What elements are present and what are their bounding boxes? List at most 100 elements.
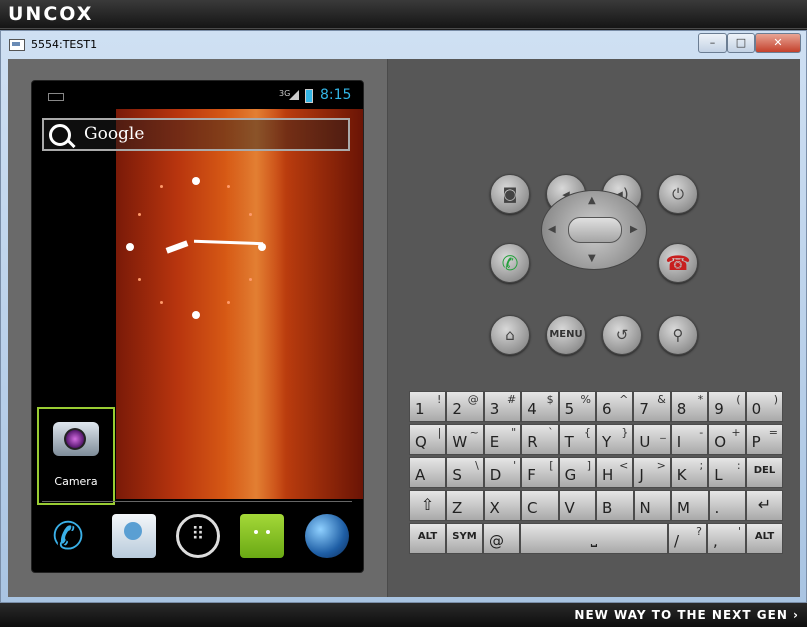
contacts-app-icon[interactable] (112, 514, 156, 558)
maximize-button[interactable]: □ (727, 33, 755, 53)
key-s[interactable]: S \ (446, 457, 484, 488)
key-c[interactable]: C (521, 490, 559, 521)
key-4[interactable]: 4 $ (521, 391, 559, 422)
status-bar[interactable]: 3G 8:15 (32, 81, 363, 109)
camera-shortcut[interactable]: Camera (37, 407, 115, 505)
key-2[interactable]: 2 @ (446, 391, 484, 422)
dpad-down[interactable]: ▼ (588, 253, 596, 264)
at-key[interactable]: @ (483, 523, 520, 554)
dpad[interactable]: ▲ ▼ ◀ ▶ (541, 190, 647, 270)
space-key[interactable]: ⎵ (520, 523, 668, 554)
key-q[interactable]: Q | (409, 424, 447, 455)
key-j[interactable]: J > (633, 457, 671, 488)
clock-minor-tick (249, 213, 252, 216)
delete-key[interactable]: DEL (746, 457, 783, 488)
key-k[interactable]: K; (670, 457, 709, 488)
key-alt-label: " (511, 426, 517, 439)
key-d[interactable]: D ' (483, 457, 522, 488)
key-.[interactable]: . (708, 490, 746, 521)
key-0[interactable]: 0) (745, 391, 783, 422)
key-7[interactable]: 7 & (633, 391, 671, 422)
dpad-up[interactable]: ▲ (588, 195, 596, 206)
shift-key[interactable]: ⇧ (409, 490, 446, 521)
all-apps-icon[interactable]: ⠿ (176, 514, 220, 558)
minimize-button[interactable]: – (698, 33, 727, 53)
key-alt-label: + (731, 426, 741, 439)
key-l[interactable]: L: (708, 457, 746, 488)
key-w[interactable]: W ~ (446, 424, 484, 455)
enter-key[interactable]: ↵ (746, 490, 783, 521)
key-t[interactable]: T{ (558, 424, 596, 455)
key-alt-label: { (583, 426, 591, 439)
key-label: F (527, 466, 536, 484)
key-label: P (751, 433, 761, 451)
key-alt-label: * (697, 393, 704, 406)
clock-tick-6 (192, 311, 200, 319)
home-button[interactable]: ⌂ (490, 315, 530, 355)
key-e[interactable]: E " (483, 424, 522, 455)
window-titlebar[interactable]: 5554:TEST1 – □ ✕ (1, 31, 806, 59)
key-u[interactable]: U _ (633, 424, 671, 455)
back-button[interactable]: ↺ (602, 315, 642, 355)
dpad-center[interactable] (568, 217, 622, 243)
device-screen[interactable]: 3G 8:15 Google Camera ✆ ⠿ (31, 80, 364, 573)
key-8[interactable]: 8 * (670, 391, 709, 422)
end-call-button[interactable]: ☎ (658, 243, 698, 283)
key-v[interactable]: V (558, 490, 596, 521)
key-label: Y (602, 433, 612, 451)
key-r[interactable]: R ` (521, 424, 559, 455)
key-y[interactable]: Y} (596, 424, 634, 455)
emulator-client-area: 3G 8:15 Google Camera ✆ ⠿ ◙ ◂ ◂) ⏻ ✆ ▲ ▼… (8, 59, 800, 597)
phone-panel: 3G 8:15 Google Camera ✆ ⠿ (8, 59, 388, 597)
key-label: R (527, 433, 538, 451)
camera-icon (53, 422, 99, 456)
key-9[interactable]: 9( (708, 391, 746, 422)
key-5[interactable]: 5% (558, 391, 596, 422)
dpad-left[interactable]: ◀ (548, 224, 556, 235)
key-z[interactable]: Z (446, 490, 484, 521)
key-label: K (676, 466, 687, 484)
qwerty-keyboard: 1! 2 @3 #4 $5% 6 ^ 7 & 8 * 9(0) Q | W ~ E " R ` T{Y} U _ I - O + P… (409, 391, 783, 575)
clock-tick-12 (192, 177, 200, 185)
key-6[interactable]: 6 ^ (596, 391, 634, 422)
google-search-widget[interactable]: Google (42, 118, 350, 151)
key-a[interactable]: A (409, 457, 447, 488)
key-3[interactable]: 3 # (483, 391, 522, 422)
branding-bar: UNCOX (0, 0, 807, 29)
key-p[interactable]: P = (745, 424, 783, 455)
key-alt-label: ' (513, 459, 517, 472)
search-button[interactable]: ⚲ (658, 315, 698, 355)
alt-key-left[interactable]: ALT (409, 523, 446, 554)
key-alt-label: _ (660, 426, 666, 439)
close-button[interactable]: ✕ (755, 33, 801, 53)
key-m[interactable]: M (671, 490, 709, 521)
comma-key[interactable]: , ' (707, 523, 746, 554)
browser-app-icon[interactable] (305, 514, 349, 558)
key-i[interactable]: I- (670, 424, 709, 455)
phone-app-icon[interactable]: ✆ (46, 514, 90, 558)
key-1[interactable]: 1! (409, 391, 447, 422)
key-h[interactable]: H < (596, 457, 634, 488)
key-x[interactable]: X (483, 490, 521, 521)
key-g[interactable]: G] (558, 457, 596, 488)
key-b[interactable]: B (596, 490, 634, 521)
key-n[interactable]: N (633, 490, 671, 521)
slash-key[interactable]: /? (668, 523, 707, 554)
key-alt-label: ! (436, 393, 442, 406)
alt-key-right[interactable]: ALT (746, 523, 783, 554)
analog-clock-widget[interactable] (126, 177, 266, 319)
power-button[interactable]: ⏻ (658, 174, 698, 214)
dpad-right[interactable]: ▶ (630, 224, 638, 235)
menu-button[interactable]: MENU (546, 315, 586, 355)
key-label: Z (452, 499, 463, 517)
clock-minor-tick (160, 301, 163, 304)
call-button[interactable]: ✆ (490, 243, 530, 283)
key-f[interactable]: F[ (521, 457, 559, 488)
clock-minute-hand (193, 239, 264, 246)
key-label: X (489, 499, 500, 517)
sym-key[interactable]: SYM (446, 523, 483, 554)
key-label: 3 (489, 400, 500, 418)
key-o[interactable]: O + (708, 424, 746, 455)
messaging-app-icon[interactable] (240, 514, 284, 558)
camera-button[interactable]: ◙ (490, 174, 530, 214)
